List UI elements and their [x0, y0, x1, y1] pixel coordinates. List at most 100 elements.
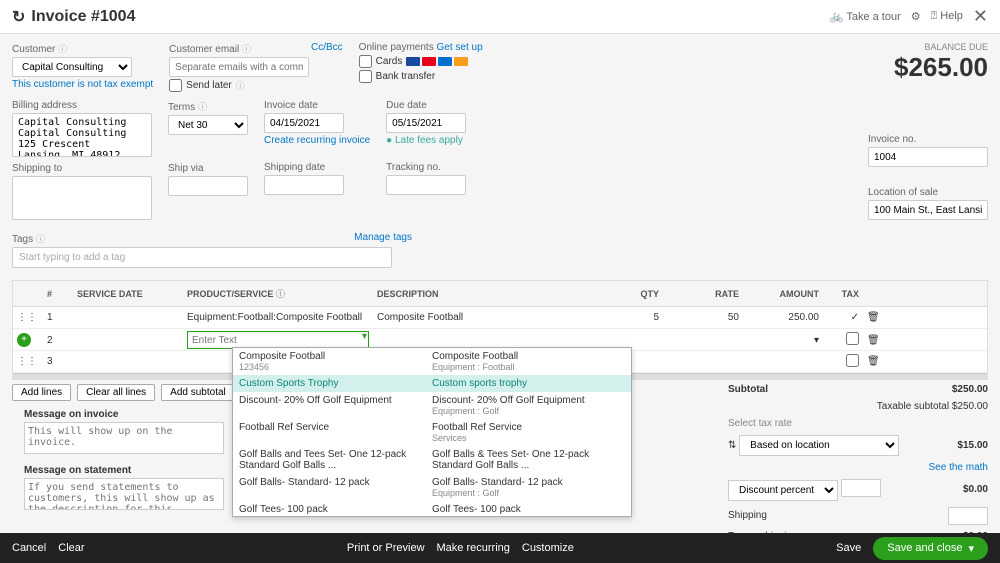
swap-icon[interactable]: ⇅	[728, 440, 736, 451]
tax-exempt-link[interactable]: This customer is not tax exempt	[12, 79, 153, 90]
duedate-label: Due date	[386, 100, 466, 111]
gear-icon[interactable]: ⚙	[911, 10, 921, 23]
customer-select[interactable]: Capital Consulting	[12, 57, 132, 77]
invdate-label: Invoice date	[264, 100, 370, 111]
history-icon[interactable]: ↻	[12, 7, 25, 27]
footer-bar: Cancel Clear Print or Preview Make recur…	[0, 533, 1000, 563]
see-math-link[interactable]: See the math	[929, 462, 988, 473]
drag-handle-icon[interactable]: ⋮⋮	[13, 354, 43, 369]
trash-icon[interactable]: 🗑	[863, 310, 893, 325]
col-tax: TAX	[823, 287, 863, 301]
shipvia-label: Ship via	[168, 163, 248, 174]
loc-input[interactable]	[868, 200, 988, 220]
take-tour-link[interactable]: 🚲 Take a tour	[830, 10, 901, 23]
header-actions: 🚲 Take a tour ⚙ ⍰ Help ✕	[830, 6, 988, 27]
save-close-button[interactable]: Save and close ▾	[873, 537, 988, 560]
tracking-label: Tracking no.	[386, 162, 466, 173]
info-icon[interactable]: ⓘ	[58, 44, 67, 54]
add-lines-button[interactable]: Add lines	[12, 384, 71, 401]
help-link[interactable]: ⍰ Help	[931, 10, 963, 23]
clear-button[interactable]: Clear	[58, 542, 84, 554]
shipdate-input[interactable]	[264, 175, 344, 195]
customize-button[interactable]: Customize	[522, 542, 574, 554]
chevron-down-icon[interactable]: ▾	[362, 331, 367, 342]
trash-icon[interactable]: 🗑	[863, 333, 893, 348]
card-icons	[406, 57, 468, 66]
shipping-input[interactable]	[948, 507, 988, 525]
email-label: Customer email	[169, 44, 239, 55]
dropdown-item[interactable]: Football Ref ServiceFootball Ref Service…	[233, 419, 631, 446]
add-subtotal-button[interactable]: Add subtotal	[161, 384, 235, 401]
tags-input[interactable]: Start typing to add a tag	[12, 247, 392, 268]
send-later-label: Send later	[186, 80, 232, 91]
balance-amount: $265.00	[894, 52, 988, 83]
save-button[interactable]: Save	[836, 542, 861, 554]
terms-select[interactable]: Net 30	[168, 115, 248, 135]
duedate-input[interactable]	[386, 113, 466, 133]
dropdown-item[interactable]: Golf Balls and Tees Set- One 12-pack Sta…	[233, 446, 631, 474]
shipvia-input[interactable]	[168, 176, 248, 196]
dropdown-item[interactable]: Custom Sports TrophyCustom sports trophy	[233, 375, 631, 392]
app-header: ↻ Invoice #1004 🚲 Take a tour ⚙ ⍰ Help ✕	[0, 0, 1000, 34]
shipdate-label: Shipping date	[264, 162, 370, 173]
cards-label: Cards	[376, 56, 403, 67]
discount-select[interactable]: Discount percent	[728, 480, 838, 501]
tax-checkbox[interactable]	[846, 354, 859, 367]
tax-checkbox[interactable]	[846, 332, 859, 345]
title-text: Invoice #1004	[31, 8, 135, 26]
product-dropdown: Composite Football123456Composite Footba…	[232, 347, 632, 517]
bank-checkbox[interactable]	[359, 70, 372, 83]
dropdown-item[interactable]: Golf Tees- 100 packGolf Tees- 100 packEq…	[233, 501, 631, 517]
add-icon[interactable]: +	[17, 333, 31, 347]
print-button[interactable]: Print or Preview	[347, 542, 425, 554]
col-amount: AMOUNT	[743, 287, 823, 301]
tags-row: Tags ⓘ Manage tags Start typing to add a…	[12, 232, 412, 268]
cancel-button[interactable]: Cancel	[12, 542, 46, 554]
clear-lines-button[interactable]: Clear all lines	[77, 384, 155, 401]
invdate-input[interactable]	[264, 113, 344, 133]
discount-input[interactable]	[841, 479, 881, 497]
table-row[interactable]: ⋮⋮ 1 Equipment:Football:Composite Footba…	[13, 307, 987, 329]
col-rate: RATE	[663, 287, 743, 301]
totals: Subtotal$250.00 Taxable subtotal $250.00…	[728, 384, 988, 542]
page-title: ↻ Invoice #1004	[12, 7, 135, 27]
setup-link[interactable]: Get set up	[437, 42, 483, 53]
tracking-input[interactable]	[386, 175, 466, 195]
row-details: Billing address Capital Consulting Capit…	[12, 100, 988, 220]
invno-input[interactable]	[868, 147, 988, 167]
billing-label: Billing address	[12, 100, 152, 111]
drag-handle-icon[interactable]: ⋮⋮	[13, 310, 43, 325]
dropdown-item[interactable]: Composite Football123456Composite Footba…	[233, 348, 631, 375]
col-product: PRODUCT/SERVICE	[187, 289, 273, 299]
tax-select[interactable]: Based on location	[739, 435, 899, 456]
discount-amount: $0.00	[963, 484, 988, 495]
manage-tags-link[interactable]: Manage tags	[354, 232, 412, 243]
close-icon[interactable]: ✕	[973, 6, 988, 27]
late-fees[interactable]: Late fees apply	[395, 135, 463, 146]
trash-icon[interactable]: 🗑	[863, 354, 893, 369]
terms-label: Terms	[168, 102, 195, 113]
email-input[interactable]	[169, 57, 309, 77]
msg-statement-input[interactable]	[24, 478, 224, 510]
dropdown-item[interactable]: Golf Balls- Standard- 12 packGolf Balls-…	[233, 474, 631, 501]
send-later-checkbox[interactable]	[169, 79, 182, 92]
taxable-subtotal: Taxable subtotal $250.00	[877, 401, 988, 412]
dropdown-item[interactable]: Discount- 20% Off Golf EquipmentDiscount…	[233, 392, 631, 419]
recurring-link[interactable]: Create recurring invoice	[264, 135, 370, 146]
info-icon[interactable]: ⓘ	[242, 44, 251, 54]
tax-amount: $15.00	[957, 440, 988, 451]
form-area: BALANCE DUE $265.00 Customer ⓘ Capital C…	[0, 34, 1000, 276]
row-customer: Customer ⓘ Capital Consulting This custo…	[12, 42, 988, 92]
cards-checkbox[interactable]	[359, 55, 372, 68]
ccbcc-link[interactable]: Cc/Bcc	[311, 42, 343, 53]
msg-statement-label: Message on statement	[24, 465, 224, 476]
chevron-down-icon[interactable]: ▾	[968, 542, 974, 555]
col-desc: DESCRIPTION	[373, 287, 603, 301]
shipping-textarea[interactable]	[12, 176, 152, 220]
msg-invoice-input[interactable]	[24, 422, 224, 454]
col-num: #	[43, 287, 73, 301]
col-date: SERVICE DATE	[73, 287, 183, 301]
recurring-button[interactable]: Make recurring	[437, 542, 510, 554]
table-header: # SERVICE DATE PRODUCT/SERVICE ⓘ DESCRIP…	[13, 281, 987, 307]
billing-textarea[interactable]: Capital Consulting Capital Consulting 12…	[12, 113, 152, 157]
